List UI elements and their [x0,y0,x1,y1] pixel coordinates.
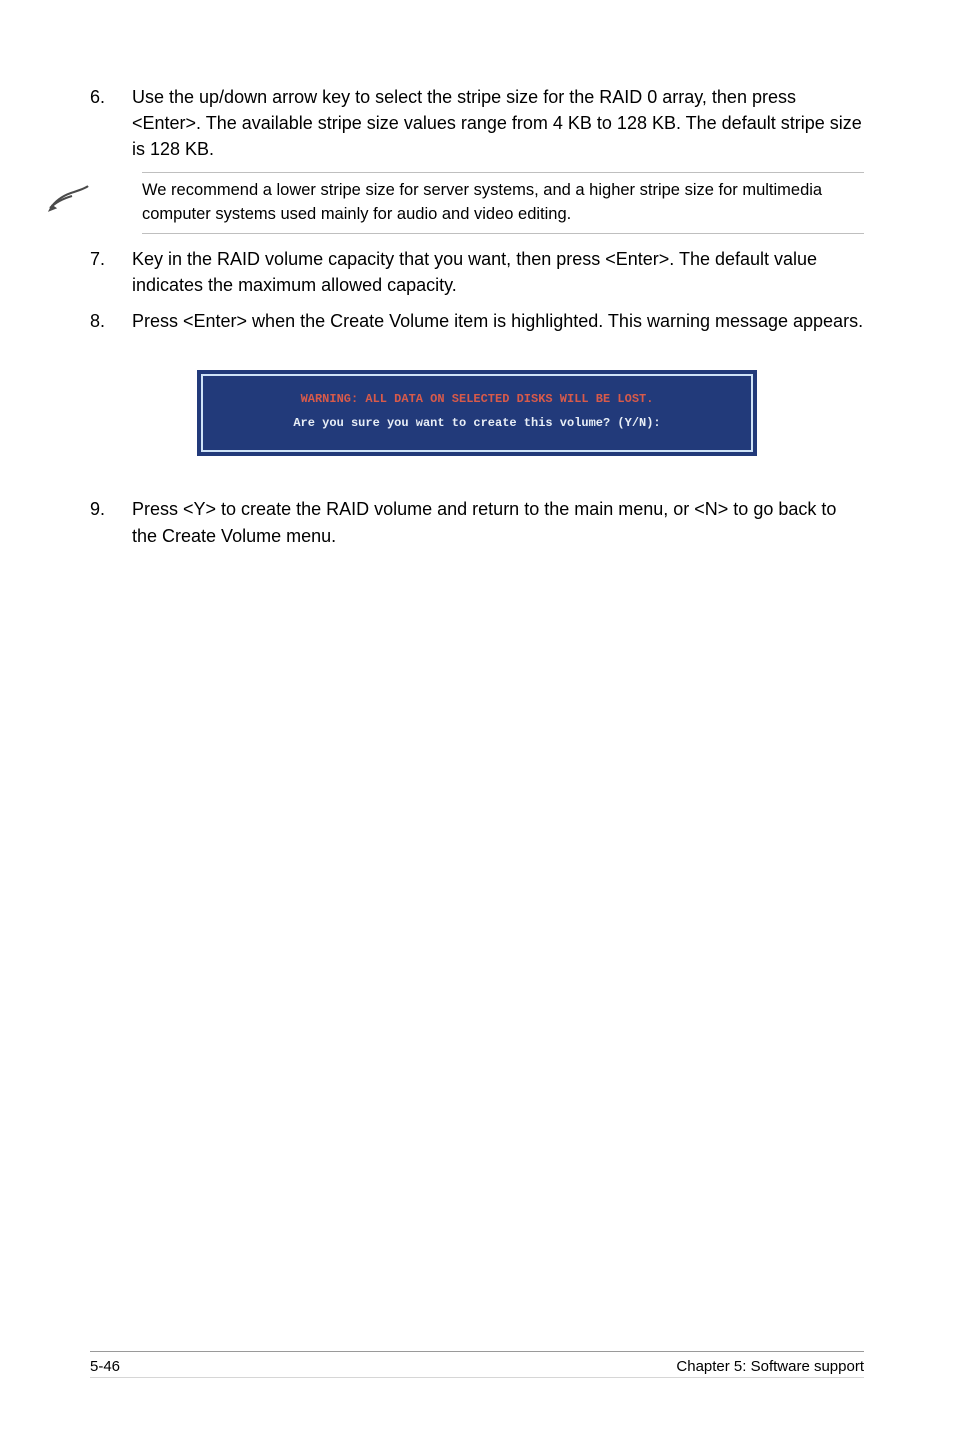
step-9: 9. Press <Y> to create the RAID volume a… [90,496,864,548]
step-number: 6. [90,84,132,162]
step-text: Press <Enter> when the Create Volume ite… [132,308,864,334]
terminal-warning-line: WARNING: ALL DATA ON SELECTED DISKS WILL… [203,392,751,406]
pencil-note-icon [46,172,100,234]
page-footer: 5-46 Chapter 5: Software support [90,1351,864,1378]
step-text: Key in the RAID volume capacity that you… [132,246,864,298]
step-6: 6. Use the up/down arrow key to select t… [90,84,864,162]
footer-chapter-label: Chapter 5: Software support [676,1358,864,1375]
step-number: 8. [90,308,132,334]
step-8: 8. Press <Enter> when the Create Volume … [90,308,864,334]
note-text: We recommend a lower stripe size for ser… [142,172,864,234]
terminal-warning-dialog: WARNING: ALL DATA ON SELECTED DISKS WILL… [90,370,864,456]
note-block: We recommend a lower stripe size for ser… [90,172,864,234]
step-text: Press <Y> to create the RAID volume and … [132,496,864,548]
terminal-prompt-line: Are you sure you want to create this vol… [203,416,751,430]
step-number: 7. [90,246,132,298]
footer-page-number: 5-46 [90,1358,120,1375]
step-text: Use the up/down arrow key to select the … [132,84,864,162]
step-number: 9. [90,496,132,548]
step-7: 7. Key in the RAID volume capacity that … [90,246,864,298]
